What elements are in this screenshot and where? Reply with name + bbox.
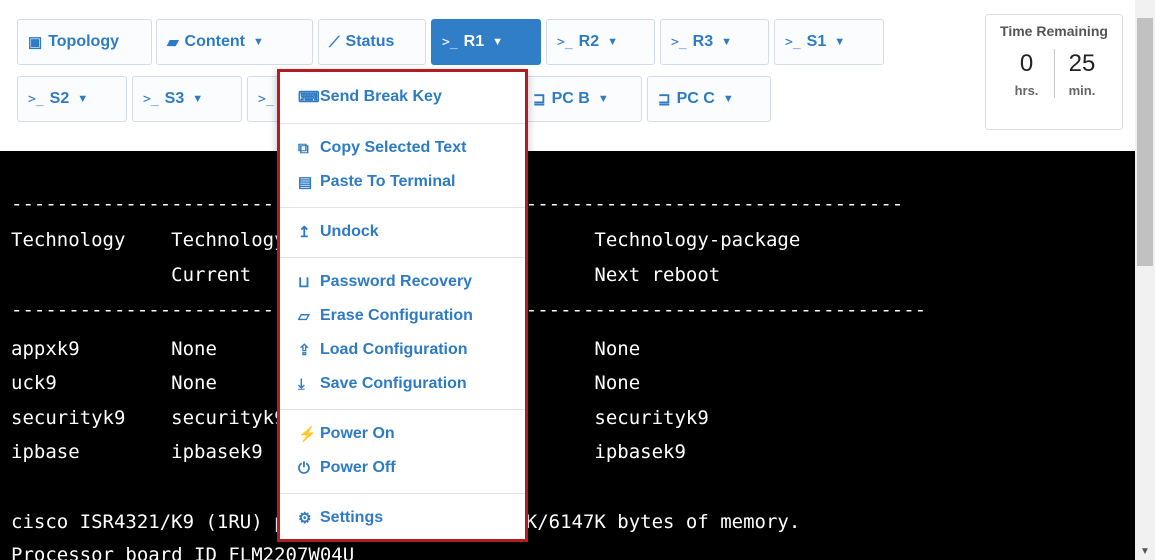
menu-item-label: Send Break Key <box>320 88 442 105</box>
arrow-up-icon: ↥ <box>298 224 311 241</box>
menu-item-copy-selected-text[interactable]: ⧉ Copy Selected Text <box>298 134 466 162</box>
terminal-icon: >_ <box>785 34 801 50</box>
timer-title: Time Remaining <box>1000 23 1108 39</box>
tab-label: Content <box>184 33 245 50</box>
menu-item-send-break-key[interactable]: ⌨ Send Break Key <box>298 83 442 111</box>
menu-item-undock[interactable]: ↥ Undock <box>298 218 379 246</box>
tab-label: S2 <box>49 90 70 107</box>
keyboard-icon: ⌨ <box>298 89 320 106</box>
menu-item-label: Copy Selected Text <box>320 139 467 156</box>
chevron-down-icon: ▼ <box>721 36 732 48</box>
r1-dropdown-menu: ⌨ Send Break Key ⧉ Copy Selected Text ▤ … <box>277 69 528 542</box>
terminal-icon: >_ <box>557 34 573 50</box>
time-remaining-panel: Time Remaining 0 hrs. 25 min. <box>985 14 1123 130</box>
menu-item-label: Settings <box>320 509 384 526</box>
menu-item-power-off[interactable]: ⏻ Power Off <box>298 454 396 482</box>
timer-hours: 0 <box>1019 50 1034 77</box>
gear-icon: ⚙ <box>298 510 312 527</box>
paste-icon: ▤ <box>298 174 313 191</box>
copy-icon: ⧉ <box>298 139 309 157</box>
menu-divider <box>280 123 525 124</box>
upload-icon: ⇪ <box>298 342 311 359</box>
plug-icon: ⚡ <box>298 426 317 443</box>
scroll-down-arrow-icon[interactable]: ▼ <box>1139 546 1151 558</box>
download-icon: ⤓ <box>298 375 305 393</box>
tab-content[interactable]: ▰ Content ▼ <box>156 19 313 65</box>
timer-values: 0 hrs. 25 min. <box>986 49 1122 98</box>
tab-topology[interactable]: ▣ Topology <box>17 19 152 65</box>
laptop-icon: ⊒ <box>533 91 546 108</box>
tab-r3[interactable]: >_ R3 ▼ <box>660 19 769 65</box>
tab-pc-b[interactable]: ⊒ PC B ▼ <box>520 76 642 122</box>
chevron-down-icon: ▼ <box>492 36 503 48</box>
eraser-icon: ▱ <box>298 308 310 325</box>
terminal-icon: >_ <box>143 91 159 107</box>
terminal-icon: >_ <box>258 91 274 107</box>
scrollbar-thumb[interactable] <box>1137 18 1153 266</box>
menu-item-power-on[interactable]: ⚡ Power On <box>298 420 395 448</box>
tab-s1[interactable]: >_ S1 ▼ <box>774 19 884 65</box>
tab-label: PC B <box>551 90 590 107</box>
menu-divider <box>280 257 525 258</box>
menu-item-label: Load Configuration <box>320 341 468 358</box>
image-icon: ▣ <box>28 34 43 51</box>
chevron-down-icon: ▼ <box>252 36 264 48</box>
chevron-down-icon: ▼ <box>722 93 734 105</box>
chevron-down-icon: ▼ <box>77 93 89 105</box>
terminal-icon: >_ <box>671 34 687 50</box>
terminal-icon: >_ <box>442 34 458 50</box>
tab-label: S1 <box>806 33 827 50</box>
timer-hours-unit: hrs. <box>1014 83 1039 98</box>
menu-item-load-configuration[interactable]: ⇪ Load Configuration <box>298 336 468 364</box>
book-icon: ▰ <box>167 34 179 51</box>
menu-item-label: Power On <box>320 425 395 442</box>
timer-minutes-unit: min. <box>1068 83 1096 98</box>
page-scrollbar[interactable]: ▼ <box>1135 0 1155 560</box>
menu-item-password-recovery[interactable]: ⊔ Password Recovery <box>298 268 472 296</box>
unlock-icon: ⊔ <box>298 274 310 291</box>
menu-item-paste-to-terminal[interactable]: ▤ Paste To Terminal <box>298 168 455 196</box>
laptop-icon: ⊒ <box>658 91 671 108</box>
tab-label: PC C <box>676 90 715 107</box>
chevron-down-icon: ▼ <box>192 93 204 105</box>
menu-item-label: Erase Configuration <box>320 307 473 324</box>
tab-r2[interactable]: >_ R2 ▼ <box>546 19 655 65</box>
chart-line-icon: ⟋ <box>329 33 340 51</box>
menu-item-label: Password Recovery <box>320 273 473 290</box>
tab-label: Status <box>345 33 395 50</box>
terminal-icon: >_ <box>28 91 44 107</box>
tab-label: R2 <box>578 33 600 50</box>
power-icon: ⏻ <box>298 459 310 477</box>
tab-label: Topology <box>48 33 119 50</box>
timer-minutes-cell: 25 min. <box>1054 49 1109 98</box>
menu-item-label: Undock <box>320 223 379 240</box>
menu-item-save-configuration[interactable]: ⤓ Save Configuration <box>298 370 467 398</box>
tab-r1[interactable]: >_ R1 ▼ <box>431 19 541 73</box>
timer-minutes: 25 <box>1068 50 1096 77</box>
terminal-line: Processor board ID FLM2207W04U <box>11 544 355 560</box>
tab-pc-c[interactable]: ⊒ PC C ▼ <box>647 76 771 122</box>
menu-item-label: Save Configuration <box>320 375 467 392</box>
menu-divider <box>280 409 525 410</box>
tab-label: R1 <box>463 33 485 50</box>
tab-s2[interactable]: >_ S2 ▼ <box>17 76 127 122</box>
menu-item-erase-configuration[interactable]: ▱ Erase Configuration <box>298 302 473 330</box>
tab-label: R3 <box>692 33 714 50</box>
timer-hours-cell: 0 hrs. <box>999 49 1054 98</box>
menu-divider <box>280 493 525 494</box>
menu-item-label: Paste To Terminal <box>320 173 456 190</box>
tab-s3[interactable]: >_ S3 ▼ <box>132 76 242 122</box>
terminal-console[interactable]: ----------------------------------------… <box>0 151 1135 560</box>
chevron-down-icon: ▼ <box>607 36 618 48</box>
chevron-down-icon: ▼ <box>597 93 609 105</box>
menu-item-label: Power Off <box>320 459 396 476</box>
chevron-down-icon: ▼ <box>834 36 846 48</box>
tab-status[interactable]: ⟋ Status <box>318 19 426 65</box>
menu-item-settings[interactable]: ⚙ Settings <box>298 504 383 532</box>
menu-divider <box>280 207 525 208</box>
toolbar: ▣ Topology ▰ Content ▼ ⟋ Status >_ R1 ▼ … <box>0 0 1135 151</box>
tab-label: S3 <box>164 90 185 107</box>
